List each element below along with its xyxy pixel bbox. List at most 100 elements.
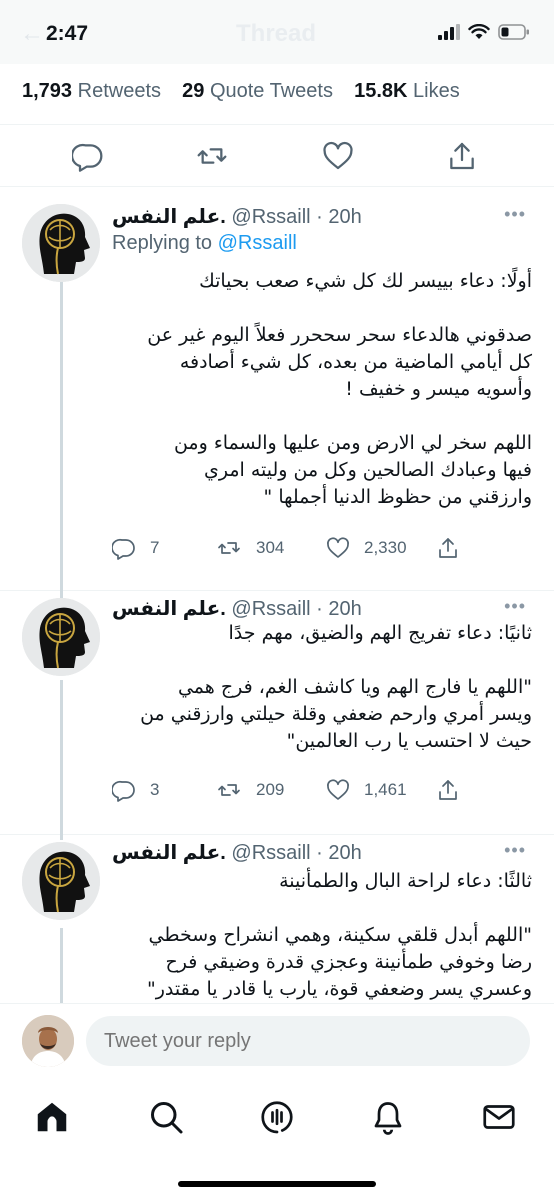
handle-time: @Rssaill · 20h bbox=[231, 842, 362, 864]
tweet-line: حيث لا احتسب يا رب العالمين" bbox=[286, 730, 532, 752]
tweet-line: ثالثًا: دعاء لراحة البال والطمأنينة bbox=[279, 870, 532, 892]
tweet-header: علم النفس. @Rssaill · 20h bbox=[112, 204, 362, 229]
mail-icon[interactable] bbox=[481, 1099, 517, 1135]
retweet-icon[interactable] bbox=[196, 140, 228, 172]
tweet-line: ويسر أمري وارحم ضعفي وقلة حيلتي وارزقني … bbox=[140, 703, 532, 725]
share-icon bbox=[439, 538, 457, 558]
heart-icon[interactable] bbox=[322, 140, 354, 172]
more-options-icon[interactable]: ••• bbox=[504, 840, 526, 861]
tweet-line: وأسويه ميسر و خفيف ! bbox=[345, 378, 532, 400]
retweets-label[interactable]: Retweets bbox=[78, 80, 161, 102]
header-title-ghost: Thread bbox=[236, 20, 317, 47]
brain-head-avatar-image bbox=[22, 598, 100, 676]
reply-icon[interactable] bbox=[72, 140, 104, 172]
tweet-header: علم النفس. @Rssaill · 20h bbox=[112, 596, 362, 621]
avatar[interactable] bbox=[22, 842, 100, 920]
tweet-text: ثانيًا: دعاء تفريج الهم والضيق، مهم جدًا… bbox=[106, 620, 532, 755]
share-icon bbox=[439, 780, 457, 800]
tweet-line: فيها وعبادك الصالحين وكل من وليته امري bbox=[203, 459, 532, 481]
reply-icon bbox=[112, 780, 135, 802]
more-options-icon[interactable]: ••• bbox=[504, 204, 526, 225]
tweet-actions: 3 209 1,461 bbox=[112, 776, 472, 804]
tweet-stats: 1,793 Retweets 29 Quote Tweets 15.8K Lik… bbox=[22, 80, 460, 103]
reply-count: 7 bbox=[150, 538, 160, 557]
tweet-line: اللهم سخر لي الارض ومن عليها والسماء ومن bbox=[173, 432, 532, 454]
main-tweet-actions bbox=[0, 140, 554, 172]
retweet-action[interactable]: 304 bbox=[216, 534, 284, 562]
retweet-icon bbox=[218, 542, 240, 554]
thread-line bbox=[60, 928, 63, 1003]
reply-tweet[interactable]: علم النفس. @Rssaill · 20h ••• ثانيًا: دع… bbox=[0, 590, 554, 834]
handle-time: @Rssaill · 20h bbox=[231, 206, 362, 228]
brain-head-avatar-image bbox=[22, 204, 100, 282]
back-arrow-ghost: ← bbox=[20, 20, 44, 47]
retweets-count: 1,793 bbox=[22, 80, 73, 102]
retweet-count: 304 bbox=[256, 538, 285, 557]
user-photo-avatar-image bbox=[22, 1015, 74, 1067]
brain-head-avatar-image bbox=[22, 842, 100, 920]
home-icon[interactable] bbox=[34, 1099, 70, 1135]
thread-line bbox=[60, 680, 63, 834]
wifi-icon bbox=[468, 24, 490, 39]
retweet-action[interactable]: 209 bbox=[216, 776, 284, 804]
quotes-count: 29 bbox=[182, 80, 205, 102]
share-icon[interactable] bbox=[446, 140, 478, 172]
replying-handle-link[interactable]: @Rssaill bbox=[218, 232, 297, 254]
replying-prefix: Replying to bbox=[112, 232, 213, 254]
reply-action[interactable]: 3 bbox=[112, 776, 159, 804]
like-count: 1,461 bbox=[364, 780, 407, 799]
divider bbox=[0, 124, 554, 125]
tweet-text: أولًا: دعاء بييسر لك كل شيء صعب بحياتك ص… bbox=[106, 268, 532, 511]
quotes-label[interactable]: Quote Tweets bbox=[210, 80, 333, 102]
reply-composer bbox=[0, 1003, 554, 1081]
tweet-line: "اللهم أبدل قلقي سكينة، وهمي انشراح وسخط… bbox=[148, 924, 532, 946]
retweet-count: 209 bbox=[256, 780, 285, 799]
tweet-actions: 7 304 2,330 bbox=[112, 534, 472, 562]
display-name[interactable]: علم النفس. bbox=[112, 206, 226, 228]
avatar[interactable] bbox=[22, 204, 100, 282]
thread-line bbox=[60, 278, 63, 590]
likes-label[interactable]: Likes bbox=[413, 80, 460, 102]
tweet-text: ثالثًا: دعاء لراحة البال والطمأنينة "الل… bbox=[106, 868, 532, 1003]
reply-tweet[interactable]: علم النفس. @Rssaill · 20h ••• ثالثًا: دع… bbox=[0, 834, 554, 1003]
tweet-reply-input[interactable] bbox=[86, 1016, 530, 1066]
tweet-line: وعسري يسر وضعفي قوة، يارب يا قادر يا مقت… bbox=[147, 978, 532, 1000]
share-action[interactable] bbox=[436, 776, 460, 804]
avatar[interactable] bbox=[22, 598, 100, 676]
share-action[interactable] bbox=[436, 534, 460, 562]
replying-to: Replying to @Rssaill bbox=[112, 232, 297, 255]
like-action[interactable]: 2,330 bbox=[326, 534, 407, 562]
tweet-line: صدقوني هالدعاء سحر سححرر فعلاً اليوم غير… bbox=[147, 324, 532, 346]
display-name[interactable]: علم النفس. bbox=[112, 598, 226, 620]
tweet-line: "اللهم يا فارج الهم ويا كاشف الغم، فرج ه… bbox=[177, 676, 532, 698]
more-options-icon[interactable]: ••• bbox=[504, 596, 526, 617]
bell-icon[interactable] bbox=[370, 1099, 406, 1135]
reply-action[interactable]: 7 bbox=[112, 534, 159, 562]
tweet-line: كل أيامي الماضية من بعده، كل شيء أصادفه bbox=[179, 351, 532, 373]
tweet-header: علم النفس. @Rssaill · 20h bbox=[112, 840, 362, 865]
like-action[interactable]: 1,461 bbox=[326, 776, 407, 804]
tweet-line: أولًا: دعاء بييسر لك كل شيء صعب بحياتك bbox=[199, 270, 532, 292]
likes-count: 15.8K bbox=[354, 80, 408, 102]
like-count: 2,330 bbox=[364, 538, 407, 557]
status-time: 2:47 bbox=[46, 22, 89, 45]
tweet-line: رضا وخوفي طمأنينة وعجزي قدرة وضيقي فرح bbox=[165, 951, 532, 973]
reply-count: 3 bbox=[150, 780, 160, 799]
reply-tweet[interactable]: علم النفس. @Rssaill · 20h ••• Replying t… bbox=[0, 186, 554, 590]
tweet-line: وارزقني من حظوظ الدنيا أجملها " bbox=[263, 486, 532, 508]
tweet-line: ثانيًا: دعاء تفريج الهم والضيق، مهم جدًا bbox=[228, 622, 532, 644]
status-icons bbox=[438, 24, 530, 40]
current-user-avatar[interactable] bbox=[22, 1015, 74, 1067]
heart-icon bbox=[327, 537, 349, 558]
thread-line bbox=[60, 834, 63, 840]
heart-icon bbox=[327, 779, 349, 800]
handle-time: @Rssaill · 20h bbox=[231, 598, 362, 620]
status-bar: ← Thread 2:47 bbox=[0, 0, 554, 64]
search-icon[interactable] bbox=[148, 1099, 184, 1135]
signal-icon bbox=[438, 24, 460, 40]
home-indicator bbox=[178, 1181, 376, 1187]
spaces-icon[interactable] bbox=[259, 1099, 295, 1135]
display-name[interactable]: علم النفس. bbox=[112, 842, 226, 864]
retweet-icon bbox=[218, 784, 240, 796]
battery-icon bbox=[498, 24, 529, 40]
